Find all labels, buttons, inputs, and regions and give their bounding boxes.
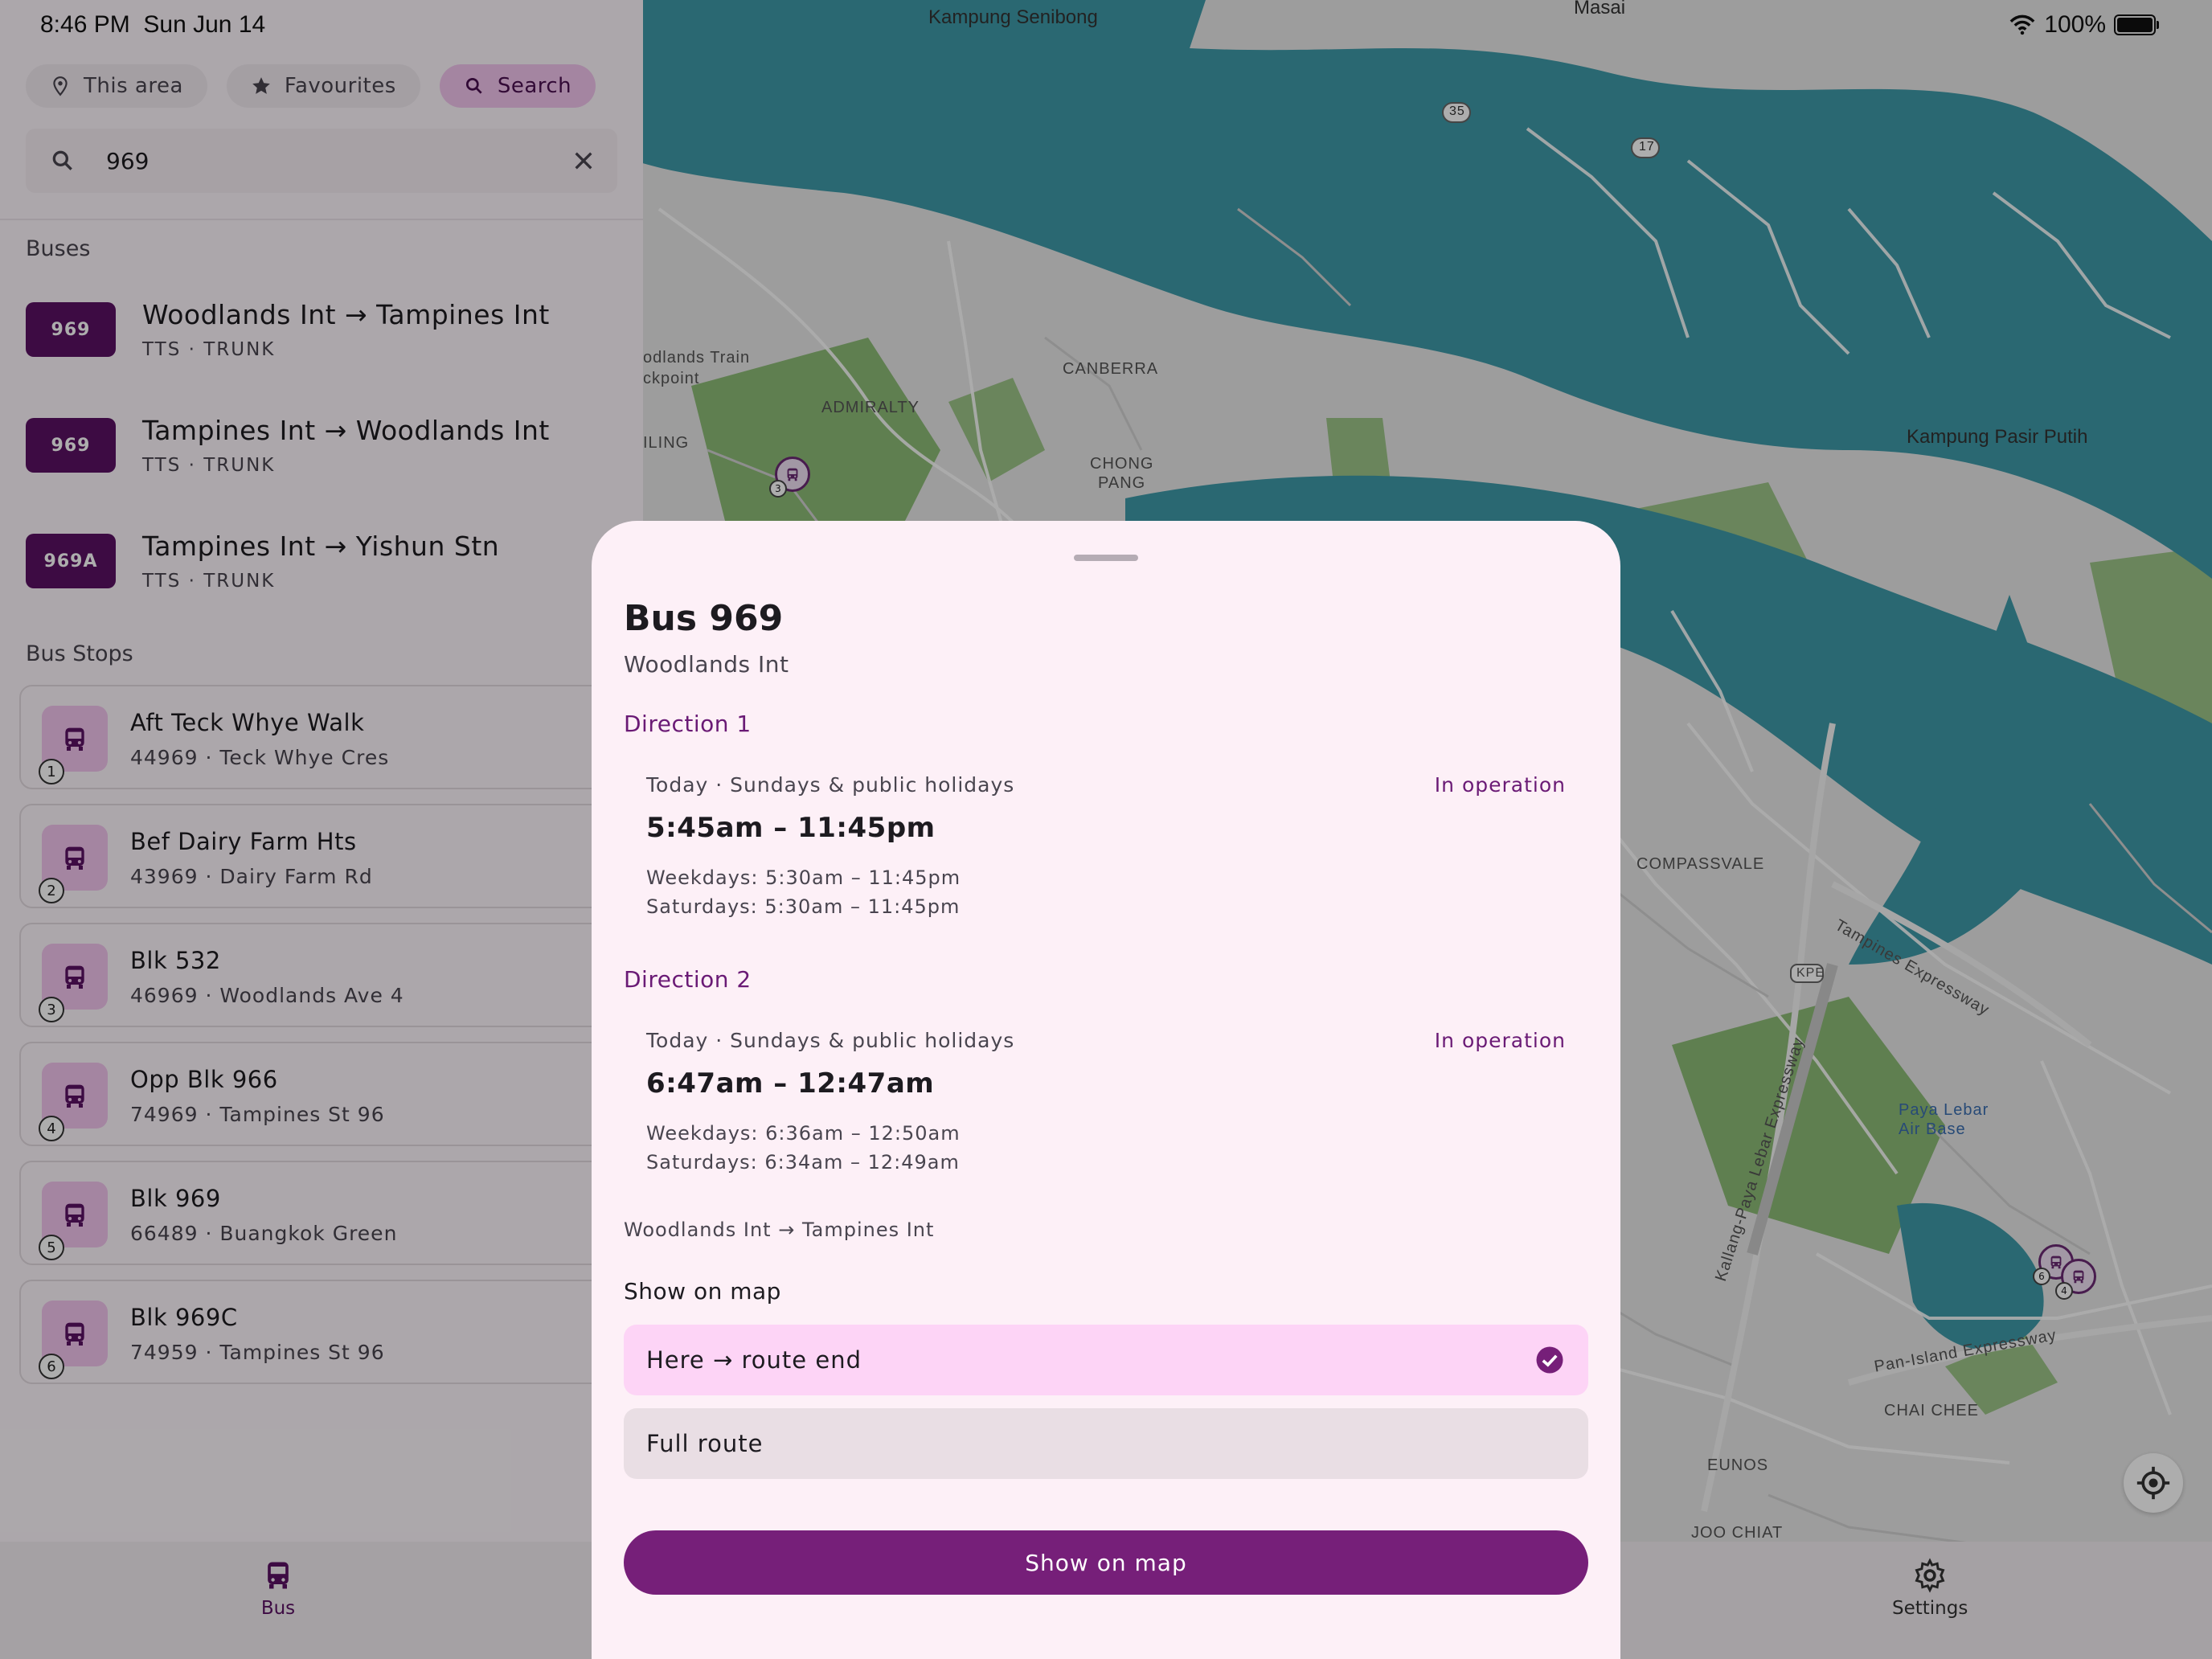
direction-title: Direction 1	[624, 711, 752, 737]
option-full-route[interactable]: Full route	[624, 1408, 1588, 1479]
show-on-map-title: Show on map	[624, 1278, 781, 1305]
route-note: Woodlands Int → Tampines Int	[624, 1219, 935, 1241]
option-label: Here → route end	[646, 1346, 862, 1374]
option-label: Full route	[646, 1430, 764, 1457]
operation-status: In operation	[1434, 1029, 1566, 1052]
drag-handle[interactable]	[1074, 555, 1138, 561]
operating-hours: 5:45am – 11:45pm	[646, 812, 936, 844]
saturday-hours: Saturdays: 6:34am – 12:49am	[646, 1151, 960, 1174]
schedule-today: Today · Sundays & public holidays	[646, 1029, 1015, 1052]
operating-hours: 6:47am – 12:47am	[646, 1067, 935, 1100]
show-on-map-button[interactable]: Show on map	[624, 1530, 1588, 1595]
bus-detail-sheet: Bus 969 Woodlands Int Direction 1 Today …	[592, 521, 1620, 1659]
option-here-to-route-end[interactable]: Here → route end	[624, 1325, 1588, 1395]
check-circle-icon	[1536, 1346, 1563, 1374]
saturday-hours: Saturdays: 5:30am – 11:45pm	[646, 895, 961, 918]
weekday-hours: Weekdays: 5:30am – 11:45pm	[646, 866, 961, 889]
direction-title: Direction 2	[624, 966, 752, 993]
operation-status: In operation	[1434, 773, 1566, 797]
sheet-title: Bus 969	[624, 598, 784, 639]
sheet-subtitle: Woodlands Int	[624, 651, 789, 678]
weekday-hours: Weekdays: 6:36am – 12:50am	[646, 1122, 961, 1145]
schedule-today: Today · Sundays & public holidays	[646, 773, 1015, 797]
